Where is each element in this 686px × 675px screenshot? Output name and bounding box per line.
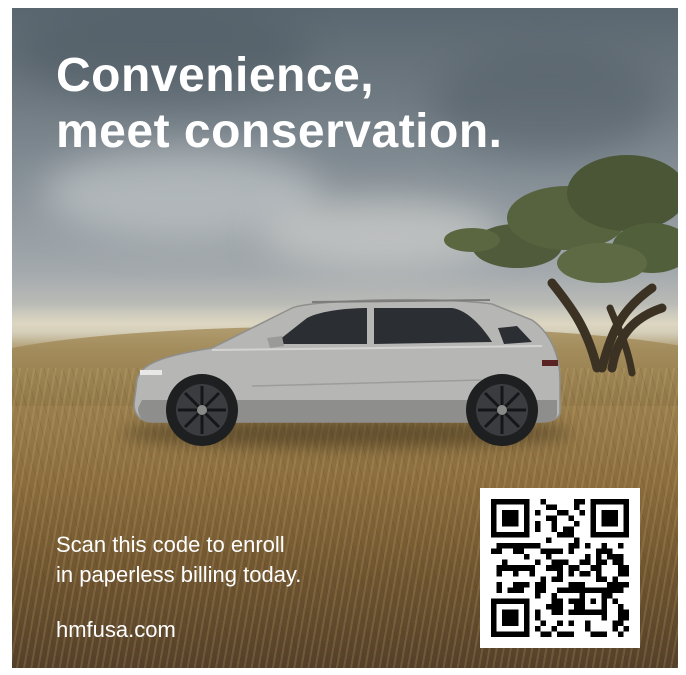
call-to-action: Scan this code to enroll in paperless bi… [56,530,301,590]
qr-code[interactable] [480,488,640,648]
cta-line-2: in paperless billing today. [56,562,302,587]
headline-line-1: Convenience, [56,49,375,102]
ad-banner: Convenience, meet conservation. Scan thi… [12,8,678,668]
front-wheel-icon [166,374,238,446]
rear-wheel-icon [466,374,538,446]
headline: Convenience, meet conservation. [56,48,502,160]
cta-line-1: Scan this code to enroll [56,532,285,557]
qr-code-icon [480,488,640,648]
website-link[interactable]: hmfusa.com [56,616,176,644]
car-illustration [133,298,561,446]
headline-line-2: meet conservation. [56,105,503,158]
